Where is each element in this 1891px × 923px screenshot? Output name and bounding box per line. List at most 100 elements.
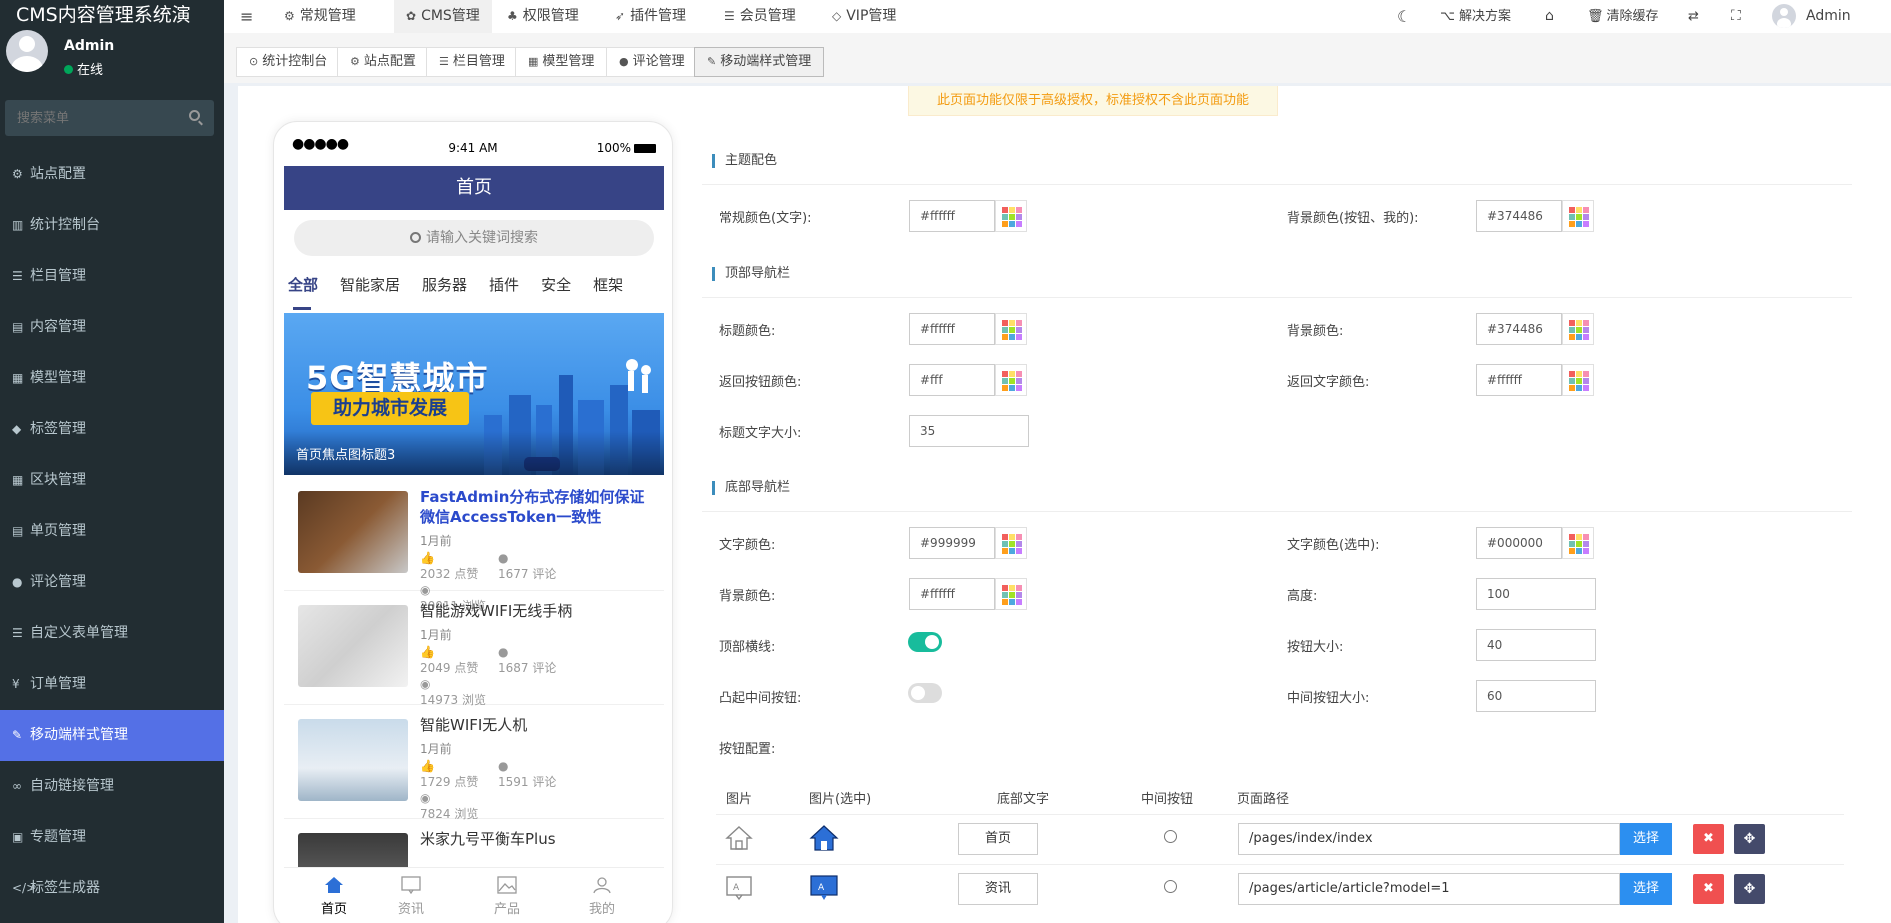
tabbar-home[interactable]: 首页 xyxy=(294,868,374,917)
news-item[interactable]: 智能WIFI无人机 1月前 👍1729 点赞 ●1591 评论 ◉7824 浏览 xyxy=(284,705,664,822)
news-filled-icon[interactable]: A xyxy=(809,873,839,903)
theme-text-color-input[interactable]: #ffffff xyxy=(909,200,995,232)
sidebar-item-diyform[interactable]: ☰ 自定义表单管理 xyxy=(0,608,224,659)
phone-tab[interactable]: 智能家居 xyxy=(340,274,400,310)
top-bg-color-input[interactable]: #374486 xyxy=(1476,313,1562,345)
news-item[interactable]: FastAdmin分布式存储如何保证微信AccessToken一致性 1月前 👍… xyxy=(284,477,664,613)
admin-menu[interactable]: Admin xyxy=(1772,0,1851,33)
topnav-cms[interactable]: ✿ CMS管理 xyxy=(394,0,492,33)
tabbar-news[interactable]: 资讯 xyxy=(371,868,451,917)
news-outline-icon[interactable]: A xyxy=(724,873,754,903)
sitemap-icon: ⌥ xyxy=(1440,9,1455,24)
color-picker-icon[interactable] xyxy=(1562,527,1594,559)
col-header-text: 底部文字 xyxy=(997,792,1050,807)
tab-channel[interactable]: ☰ 栏目管理 xyxy=(426,47,518,77)
bottom-text-button[interactable]: 资讯 xyxy=(958,873,1038,905)
select-button[interactable]: 选择 xyxy=(1620,823,1672,855)
tab-dashboard[interactable]: ⊙ 统计控制台 xyxy=(236,47,341,77)
tab-comment[interactable]: ● 评论管理 xyxy=(606,47,698,77)
bottom-bg-color-label: 背景颜色: xyxy=(719,589,776,604)
top-line-toggle[interactable] xyxy=(908,632,942,652)
sidebar-item-tags[interactable]: ◆ 标签管理 xyxy=(0,404,224,455)
tab-model[interactable]: ▦ 模型管理 xyxy=(515,47,608,77)
news-item[interactable]: 智能游戏WIFI无线手柄 1月前 👍2049 点赞 ●1687 评论 ◉14973 … xyxy=(284,591,664,707)
phone-search-bar[interactable]: 请输入关键词搜索 xyxy=(294,220,654,256)
sidebar-item-site-config[interactable]: ⚙ 站点配置 xyxy=(0,149,224,200)
page-path-input[interactable]: /pages/article/article?model=1 xyxy=(1238,873,1620,905)
sidebar-item-comment[interactable]: ● 评论管理 xyxy=(0,557,224,608)
phone-tab[interactable]: 框架 xyxy=(593,274,623,310)
phone-tab[interactable]: 安全 xyxy=(541,274,571,310)
delete-icon[interactable]: ✖ xyxy=(1693,824,1724,854)
delete-icon[interactable]: ✖ xyxy=(1693,874,1724,904)
topnav-general[interactable]: ⚙ 常规管理 xyxy=(284,0,356,33)
color-picker-icon[interactable] xyxy=(995,200,1027,232)
news-title: FastAdmin分布式存储如何保证微信AccessToken一致性 xyxy=(420,488,645,526)
app-title: CMS内容管理系统演 xyxy=(0,0,224,30)
color-picker-icon[interactable] xyxy=(1562,313,1594,345)
phone-tab-all[interactable]: 全部 xyxy=(288,274,318,310)
mid-btn-size-input[interactable]: 60 xyxy=(1476,680,1596,712)
news-meta: 👍1729 点赞 ●1591 评论 ◉7824 浏览 xyxy=(420,758,650,822)
page-path-input[interactable]: /pages/index/index xyxy=(1238,823,1620,855)
sidebar-item-autolink[interactable]: ∞ 自动链接管理 xyxy=(0,761,224,812)
color-picker-icon[interactable] xyxy=(1562,200,1594,232)
sidebar-item-tag-builder[interactable]: </>标签生成器 xyxy=(0,863,224,914)
sidebar-item-special[interactable]: ▣ 专题管理 xyxy=(0,812,224,863)
home-filled-icon[interactable] xyxy=(809,823,839,853)
color-picker-icon[interactable] xyxy=(995,527,1027,559)
bottom-text-button[interactable]: 首页 xyxy=(958,823,1038,855)
tab-mobile-style[interactable]: ✎ 移动端样式管理 xyxy=(694,47,825,77)
topnav-addon[interactable]: ➶ 插件管理 xyxy=(615,0,686,33)
phone-tab[interactable]: 服务器 xyxy=(422,274,467,310)
sidebar-item-order[interactable]: ¥ 订单管理 xyxy=(0,659,224,710)
sidebar-item-mobile-style[interactable]: ✎ 移动端样式管理 xyxy=(0,710,224,761)
search-icon[interactable] xyxy=(189,110,200,121)
tabbar-mine[interactable]: 我的 xyxy=(562,868,642,917)
select-button[interactable]: 选择 xyxy=(1620,873,1672,905)
sidebar-item-page[interactable]: ▤ 单页管理 xyxy=(0,506,224,557)
fullscreen-icon[interactable]: ⛶ xyxy=(1731,0,1741,33)
back-btn-color-input[interactable]: #fff xyxy=(909,364,995,396)
moon-icon[interactable]: ☾ xyxy=(1397,0,1411,33)
move-icon[interactable]: ✥ xyxy=(1734,824,1765,854)
phone-tab[interactable]: 插件 xyxy=(489,274,519,310)
tabbar-product[interactable]: 产品 xyxy=(467,868,547,917)
home-icon[interactable]: ⌂ xyxy=(1545,0,1554,33)
middle-radio[interactable] xyxy=(1164,880,1177,893)
topnav-auth[interactable]: ♣ 权限管理 xyxy=(507,0,579,33)
comment-count: ●1591 评论 xyxy=(498,759,557,789)
bottom-text-color-sel-input[interactable]: #000000 xyxy=(1476,527,1562,559)
color-picker-icon[interactable] xyxy=(995,578,1027,610)
back-text-color-input[interactable]: #ffffff xyxy=(1476,364,1562,396)
sidebar-item-channel[interactable]: ☰ 栏目管理 xyxy=(0,251,224,302)
color-picker-icon[interactable] xyxy=(995,364,1027,396)
home-outline-icon[interactable] xyxy=(724,823,754,853)
bottom-bg-color-input[interactable]: #ffffff xyxy=(909,578,995,610)
gears-icon: ⚙ xyxy=(12,167,23,181)
height-input[interactable]: 100 xyxy=(1476,578,1596,610)
tab-site-config[interactable]: ⚙ 站点配置 xyxy=(337,47,429,77)
topnav-vip[interactable]: ◇ VIP管理 xyxy=(832,0,896,33)
solution-link[interactable]: ⌥ 解决方案 xyxy=(1440,0,1511,33)
sidebar-item-block[interactable]: ▦ 区块管理 xyxy=(0,455,224,506)
sidebar-item-content[interactable]: ▤ 内容管理 xyxy=(0,302,224,353)
top-title-color-input[interactable]: #ffffff xyxy=(909,313,995,345)
raised-mid-toggle[interactable] xyxy=(908,683,942,703)
color-picker-icon[interactable] xyxy=(1562,364,1594,396)
phone-banner[interactable]: 5G智慧城市 助力城市发展 首页焦点图标题3 xyxy=(284,313,664,475)
move-icon[interactable]: ✥ xyxy=(1734,874,1765,904)
middle-radio[interactable] xyxy=(1164,830,1177,843)
topnav-member[interactable]: ☰ 会员管理 xyxy=(724,0,796,33)
sidebar-item-dashboard[interactable]: ▥ 统计控制台 xyxy=(0,200,224,251)
menu-toggle-icon[interactable]: ≡ xyxy=(240,0,253,33)
language-icon[interactable]: ⇄ xyxy=(1688,0,1699,33)
btn-size-input[interactable]: 40 xyxy=(1476,629,1596,661)
title-size-input[interactable]: 35 xyxy=(909,415,1029,447)
sidebar-item-model[interactable]: ▦ 模型管理 xyxy=(0,353,224,404)
theme-bg-color-input[interactable]: #374486 xyxy=(1476,200,1562,232)
clear-cache-button[interactable]: 🗑 清除缓存 xyxy=(1587,0,1659,33)
bottom-text-color-input[interactable]: #999999 xyxy=(909,527,995,559)
color-picker-icon[interactable] xyxy=(995,313,1027,345)
menu-search-input[interactable] xyxy=(5,100,175,136)
